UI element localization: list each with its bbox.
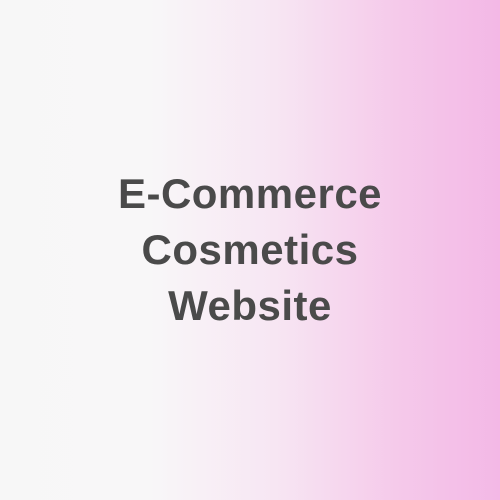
title-line-3: Website (168, 282, 332, 329)
title-line-2: Cosmetics (141, 226, 359, 273)
title-line-1: E-Commerce (117, 170, 383, 217)
cover-canvas: E-Commerce Cosmetics Website (0, 0, 500, 500)
cover-title: E-Commerce Cosmetics Website (118, 166, 382, 334)
